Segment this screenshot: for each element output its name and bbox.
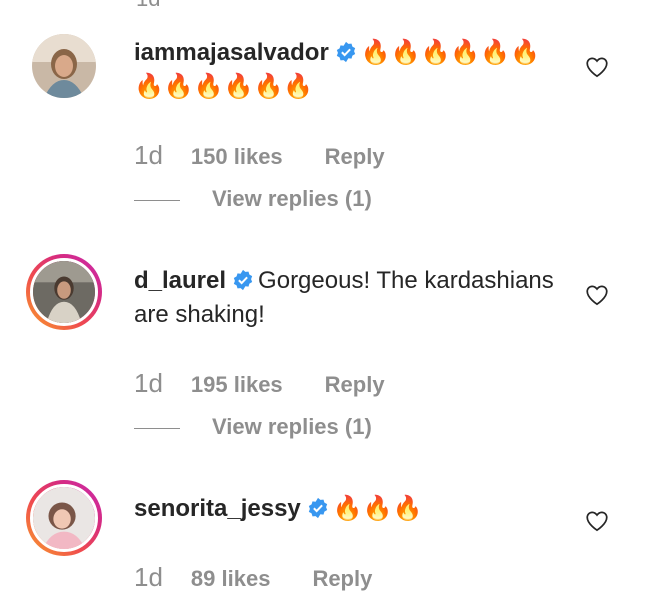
comment-meta: 1d 195 likes Reply <box>134 368 385 399</box>
heart-outline-icon[interactable] <box>584 282 610 308</box>
comment-body: iammajasalvador 🔥🔥🔥🔥🔥🔥🔥🔥🔥🔥🔥🔥 <box>134 36 554 104</box>
comment-body: senorita_jessy 🔥🔥🔥 <box>134 492 554 526</box>
verified-badge-icon <box>336 41 355 63</box>
view-replies-button[interactable]: View replies (1) <box>134 414 372 440</box>
view-replies-label: View replies (1) <box>212 186 372 211</box>
reply-button[interactable]: Reply <box>312 566 372 591</box>
comment-body: d_laurel Gorgeous! The kardashians are sh… <box>134 264 554 332</box>
comment-likes[interactable]: 150 likes <box>191 144 283 169</box>
heart-outline-icon[interactable] <box>584 508 610 534</box>
comment-timestamp[interactable]: 1d <box>134 368 163 398</box>
avatar[interactable] <box>32 34 96 98</box>
comment-likes[interactable]: 195 likes <box>191 372 283 397</box>
previous-comment-timestamp: 1d <box>136 0 160 12</box>
reply-button[interactable]: Reply <box>325 372 385 397</box>
verified-badge-icon <box>233 269 253 291</box>
avatar-photo <box>32 34 96 98</box>
heart-outline-icon[interactable] <box>584 54 610 80</box>
avatar-photo <box>33 487 95 549</box>
comment-timestamp[interactable]: 1d <box>134 140 163 170</box>
comment-text: 🔥🔥🔥 <box>332 495 423 522</box>
reply-button[interactable]: Reply <box>325 144 385 169</box>
comment-meta: 1d 89 likes Reply <box>134 562 372 593</box>
comment-timestamp[interactable]: 1d <box>134 562 163 592</box>
view-replies-button[interactable]: View replies (1) <box>134 186 372 212</box>
comment-username[interactable]: iammajasalvador <box>134 39 329 66</box>
comment-likes[interactable]: 89 likes <box>191 566 271 591</box>
verified-badge-icon <box>308 497 327 519</box>
comment-username[interactable]: senorita_jessy <box>134 495 301 522</box>
view-replies-label: View replies (1) <box>212 414 372 439</box>
avatar[interactable] <box>26 480 102 556</box>
comment-meta: 1d 150 likes Reply <box>134 140 385 171</box>
comment-username[interactable]: d_laurel <box>134 267 226 294</box>
avatar-photo <box>33 261 95 323</box>
avatar[interactable] <box>26 254 102 330</box>
replies-divider <box>134 427 180 429</box>
replies-divider <box>134 199 180 201</box>
